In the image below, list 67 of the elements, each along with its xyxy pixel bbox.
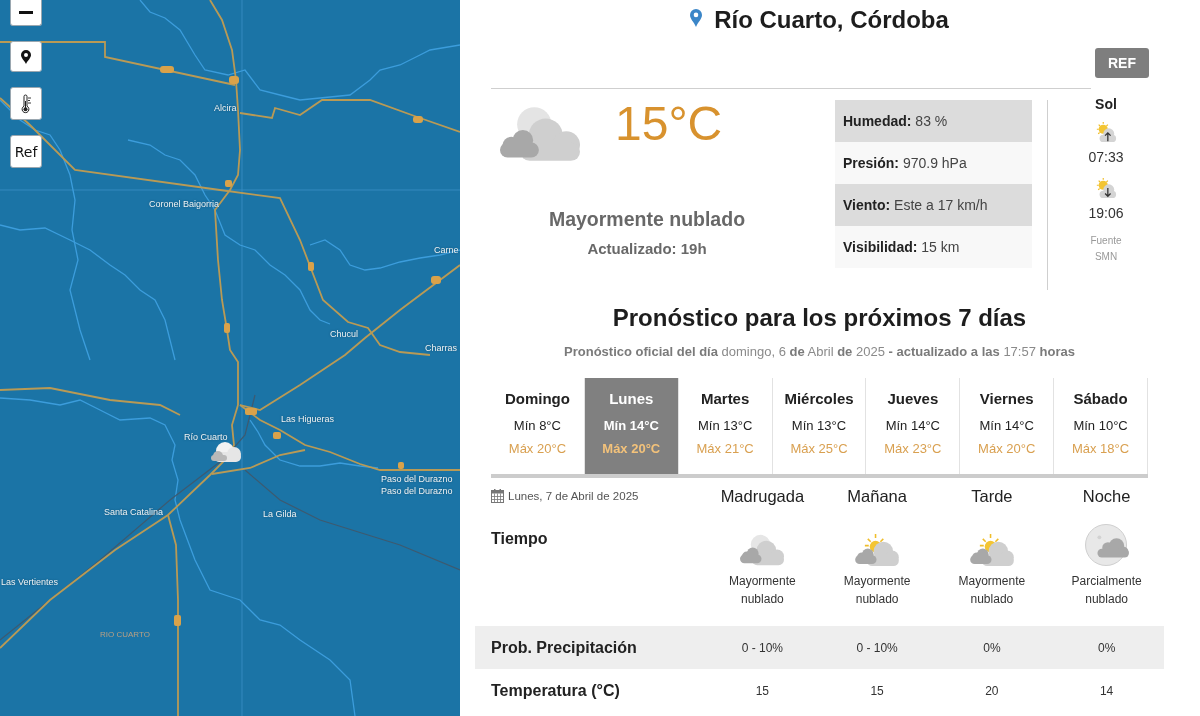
table-cell: 0 - 10% — [741, 640, 784, 655]
map-place-label: La Gilda — [263, 509, 297, 520]
sun-cloud-icon — [969, 534, 1014, 566]
column-header: Noche — [1082, 486, 1131, 506]
sun-title: Sol — [1095, 96, 1117, 112]
location-title: Río Cuarto, Córdoba — [714, 5, 949, 35]
column-header: Mañana — [847, 486, 907, 506]
current-temperature: 15°C — [615, 100, 723, 148]
map-place-label: Las Vertientes — [1, 577, 59, 588]
table-cell: 0% — [1097, 640, 1116, 655]
detail-row: Visibilidad: 15 km — [835, 226, 1032, 268]
map-place-label: Paso del Durazno — [381, 486, 453, 497]
sunset-icon — [1095, 177, 1117, 199]
sunrise-icon — [1095, 121, 1117, 143]
pin-icon — [21, 49, 31, 64]
row-label: Tiempo — [491, 530, 548, 547]
sun-cloud-icon — [855, 534, 900, 566]
table-cell: 0 - 10% — [856, 640, 898, 655]
detail-row: Viento: Este a 17 km/h — [835, 184, 1032, 226]
ref-button[interactable]: REF — [1095, 48, 1149, 78]
updated-time: Actualizado: 19h — [587, 239, 707, 259]
map-place-label: Carne — [434, 245, 459, 256]
map-region-label: RIO CUARTO — [100, 629, 150, 640]
ref-button[interactable]: Ref — [10, 135, 42, 168]
row-label: Prob. Precipitación — [491, 638, 637, 656]
selected-date: Lunes, 7 de Abril de 2025 — [508, 490, 639, 502]
calendar-icon — [491, 489, 504, 503]
map-place-label: Alcira — [214, 103, 237, 114]
location-pin-icon — [690, 9, 703, 27]
forecast-subtitle: Pronóstico oficial del día domingo, 6 de Abril de 2025 - actualizado a las 17:57 horas — [563, 343, 1076, 361]
sunrise-time: 07:33 — [1088, 148, 1124, 166]
source-name: SMN — [1094, 250, 1118, 264]
source-label: Fuente — [1090, 234, 1122, 248]
detail-row: Presión: 970.9 hPa — [835, 142, 1032, 184]
minus-icon — [19, 11, 33, 14]
map-place-label: Coronel Baigorria — [149, 199, 220, 210]
current-condition: Mayormente nublado — [548, 207, 746, 231]
condition-text: Mayormente nublado — [842, 573, 912, 608]
cloud-moon-icon — [740, 534, 785, 566]
table-cell: 14 — [1099, 683, 1114, 698]
thermometer-icon — [20, 93, 32, 114]
map-place-label: Río Cuarto — [184, 432, 228, 443]
map-place-label: Las Higueras — [281, 414, 335, 425]
sunset-time: 19:06 — [1088, 204, 1124, 222]
row-label: Temperatura (°C) — [491, 681, 620, 699]
column-header: Tarde — [971, 486, 1013, 506]
detail-row: Humedad: 83 % — [835, 100, 1032, 142]
temperature-layer-button[interactable] — [10, 87, 42, 120]
zoom-out-button[interactable] — [10, 0, 42, 26]
table-cell: 15 — [755, 683, 770, 698]
map-place-label: Santa Catalina — [104, 507, 164, 518]
condition-text: Mayormente nublado — [728, 573, 797, 608]
condition-text: Parcialmente nublado — [1070, 573, 1143, 608]
forecast-title: Pronóstico para los próximos 7 días — [611, 303, 1028, 333]
column-header: Madrugada — [720, 486, 805, 506]
table-cell: 0% — [983, 640, 1001, 655]
day-tab[interactable]: Lunes Mín 14°C Máx 20°C — [584, 378, 679, 474]
table-cell: 15 — [870, 683, 884, 698]
table-cell: 20 — [985, 683, 999, 698]
clouds-icon — [500, 107, 580, 161]
moon-cloud-icon — [1084, 524, 1129, 566]
map-place-label: Paso del Durazno — [381, 474, 453, 485]
condition-text: Mayormente nublado — [957, 573, 1027, 608]
map-place-label: Chucul — [330, 329, 358, 340]
map-place-label: Charras — [425, 343, 457, 354]
locate-button[interactable] — [10, 41, 42, 72]
cloud-icon — [211, 442, 242, 462]
